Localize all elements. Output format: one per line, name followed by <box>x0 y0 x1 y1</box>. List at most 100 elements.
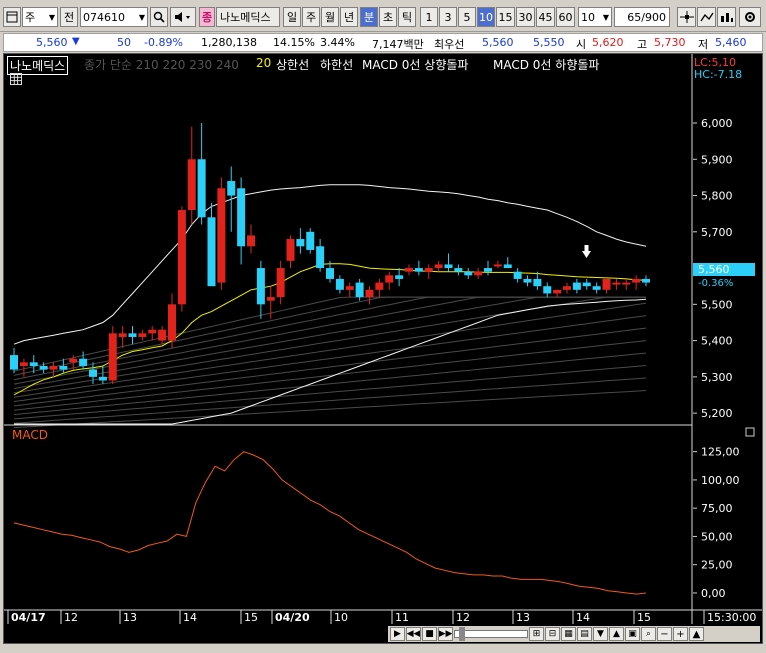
candle-body <box>414 268 423 272</box>
candle-body <box>405 268 413 272</box>
best-bid-1: 5,560 <box>482 36 514 49</box>
search-icon[interactable] <box>150 7 168 27</box>
price-axis-label: 5,900 <box>701 153 733 166</box>
turnover-pct: 14.15% <box>273 36 315 49</box>
down-icon[interactable]: ▼ <box>593 627 608 641</box>
candle-body <box>326 268 334 279</box>
tab-second[interactable]: 초 <box>379 7 397 27</box>
plus-icon[interactable]: + <box>673 627 688 641</box>
settings-icon[interactable] <box>739 7 761 27</box>
candle-body <box>266 297 275 301</box>
interval-3[interactable]: 3 <box>439 7 457 27</box>
toolbar: 주 ▼ 전 074610 ▼ 종 나노메딕스 일 주 월 년 분 초 틱 1 3 5… <box>0 0 766 32</box>
fullscreen-icon[interactable]: ▲ <box>689 627 704 641</box>
macd-axis-label: 125,00 <box>701 446 740 459</box>
moving-average-line <box>13 390 647 429</box>
layout-icon[interactable]: ▤ <box>577 627 592 641</box>
candle-body <box>345 286 354 290</box>
interval-60[interactable]: 60 <box>556 7 575 27</box>
high-price: 5,730 <box>654 36 686 49</box>
time-axis-label: 15:30:00 <box>707 611 756 624</box>
chart-settings-icon[interactable] <box>3 7 21 27</box>
candle-body <box>572 282 581 290</box>
candle-body <box>227 181 236 196</box>
tab-minute[interactable]: 분 <box>360 7 378 27</box>
chart-area[interactable]: 나노메딕스 종가 단순 210 220 230 240 20 상한선 하한선 M… <box>3 53 763 644</box>
chevron-down-icon: ▼ <box>138 12 145 22</box>
candle-body <box>533 278 542 287</box>
market-select[interactable]: 주 ▼ <box>22 7 58 27</box>
indicator-icon[interactable] <box>717 7 736 27</box>
price-axis-label: 5,400 <box>701 335 733 348</box>
stock-name: 나노메딕스 <box>216 7 280 27</box>
candle-body <box>217 188 226 283</box>
quote-bar: 5,560 ▼ 50 -0.89% 1,280,138 14.15% 3.44%… <box>3 33 763 52</box>
candle-body <box>513 271 522 279</box>
candle-body <box>177 210 186 305</box>
time-axis-label: 15 <box>244 611 258 624</box>
macd-axis-label: 75,00 <box>701 502 733 515</box>
time-axis-label: 13 <box>123 611 137 624</box>
crosshair-icon[interactable] <box>677 7 696 27</box>
time-axis-label: 11 <box>395 611 409 624</box>
stop-icon[interactable]: ■ <box>422 627 437 641</box>
tab-year[interactable]: 년 <box>340 7 358 27</box>
interval-1[interactable]: 1 <box>420 7 438 27</box>
scroll-slider[interactable] <box>454 627 528 641</box>
interval-30[interactable]: 30 <box>516 7 535 27</box>
interval-5[interactable]: 5 <box>458 7 476 27</box>
candle-body <box>365 289 374 298</box>
candle-body <box>335 278 344 290</box>
candle-body <box>484 268 492 272</box>
up-icon[interactable]: ▲ <box>609 627 624 641</box>
best-price-label: 최우선 <box>434 38 465 51</box>
zoom-out-icon[interactable]: ⊟ <box>545 627 560 641</box>
candle-body <box>168 304 176 341</box>
tab-month[interactable]: 월 <box>321 7 339 27</box>
price-axis-label: 5,700 <box>701 226 733 239</box>
interval-select[interactable]: 10 ▼ <box>578 7 612 27</box>
candle-body <box>148 329 157 334</box>
candle-body <box>454 268 463 272</box>
scroll-left-icon[interactable]: ▶ <box>390 627 405 641</box>
best-bid-2: 5,550 <box>533 36 565 49</box>
candle-body <box>49 365 58 370</box>
time-axis-label: 14 <box>576 611 590 624</box>
candle-body <box>306 231 315 250</box>
candle-body <box>474 271 483 276</box>
tab-week[interactable]: 주 <box>302 7 320 27</box>
price-axis-label: 5,300 <box>701 371 733 384</box>
stock-code-input[interactable]: 074610 ▼ <box>80 7 148 27</box>
interval-10[interactable]: 10 <box>477 7 495 27</box>
interval-15[interactable]: 15 <box>496 7 515 27</box>
candle-body <box>256 268 265 305</box>
down-arrow-icon: ▼ <box>72 36 80 47</box>
zoom-in-icon[interactable]: ⊞ <box>529 627 544 641</box>
candle-body <box>375 282 384 290</box>
volume-ratio: 3.44% <box>320 36 355 49</box>
price-change-pct: -0.89% <box>144 36 183 49</box>
period-type-button[interactable]: 전 <box>60 7 78 27</box>
pane-maximize-icon[interactable] <box>745 427 755 437</box>
candle-body <box>207 217 216 287</box>
trend-line-icon[interactable] <box>697 7 716 27</box>
candle-body <box>108 333 117 381</box>
open-price: 5,620 <box>592 36 624 49</box>
fast-forward-icon[interactable]: ▶▶ <box>438 627 453 641</box>
tab-day[interactable]: 일 <box>283 7 301 27</box>
magnifier-icon[interactable]: ⌕ <box>641 627 656 641</box>
candle-body <box>247 235 255 247</box>
sound-icon[interactable] <box>170 7 196 27</box>
rewind-icon[interactable]: ◀◀ <box>406 627 421 641</box>
tab-tick[interactable]: 틱 <box>398 7 416 27</box>
fit-icon[interactable]: ▦ <box>561 627 576 641</box>
candle-body <box>385 275 394 283</box>
candle-body <box>395 275 404 279</box>
candlestick-chart: 6,0005,9005,8005,7005,6005,5005,4005,300… <box>4 54 762 624</box>
interval-select-value: 10 <box>581 10 595 24</box>
interval-45[interactable]: 45 <box>536 7 555 27</box>
page-count-input[interactable]: 65/900 <box>614 7 670 27</box>
minus-icon[interactable]: − <box>657 627 672 641</box>
price-axis-label: 5,500 <box>701 298 733 311</box>
image-icon[interactable]: ▣ <box>625 627 640 641</box>
